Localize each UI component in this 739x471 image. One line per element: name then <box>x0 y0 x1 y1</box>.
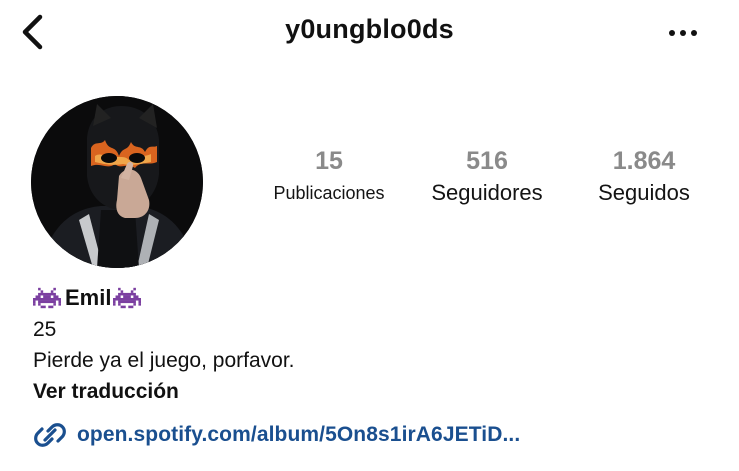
profile-bio: Emil 25 Pierde ya el juego, porfavor. Ve… <box>33 282 713 407</box>
bio-text: Pierde ya el juego, porfavor. <box>33 349 295 372</box>
alien-monster-icon <box>33 287 61 309</box>
see-translation-link[interactable]: Ver traducción <box>33 376 713 407</box>
bio-link[interactable]: open.spotify.com/album/5On8s1irA6JETiD..… <box>33 420 520 450</box>
bio-link-text: open.spotify.com/album/5On8s1irA6JETiD..… <box>77 423 521 446</box>
stat-following[interactable]: 1.864 Seguidos <box>574 146 714 207</box>
following-label: Seguidos <box>598 180 690 205</box>
posts-label: Publicaciones <box>273 183 385 203</box>
profile-username: y0ungblo0ds <box>285 14 454 44</box>
bio-age: 25 <box>33 318 57 341</box>
followers-label: Seguidores <box>431 180 543 205</box>
display-name: Emil <box>65 285 112 310</box>
stat-followers[interactable]: 516 Seguidores <box>414 146 560 207</box>
posts-count: 15 <box>315 147 343 175</box>
alien-monster-icon <box>113 287 142 309</box>
following-count: 1.864 <box>612 147 676 175</box>
profile-header: y0ungblo0ds <box>0 0 739 70</box>
profile-photo <box>31 96 203 268</box>
followers-count: 516 <box>466 147 508 175</box>
more-horizontal-icon <box>669 30 697 36</box>
link-icon <box>34 423 66 447</box>
profile-avatar[interactable] <box>31 96 203 268</box>
more-options-button[interactable] <box>663 18 703 48</box>
display-name-row: Emil <box>33 282 713 314</box>
stat-posts[interactable]: 15 Publicaciones <box>256 146 402 207</box>
